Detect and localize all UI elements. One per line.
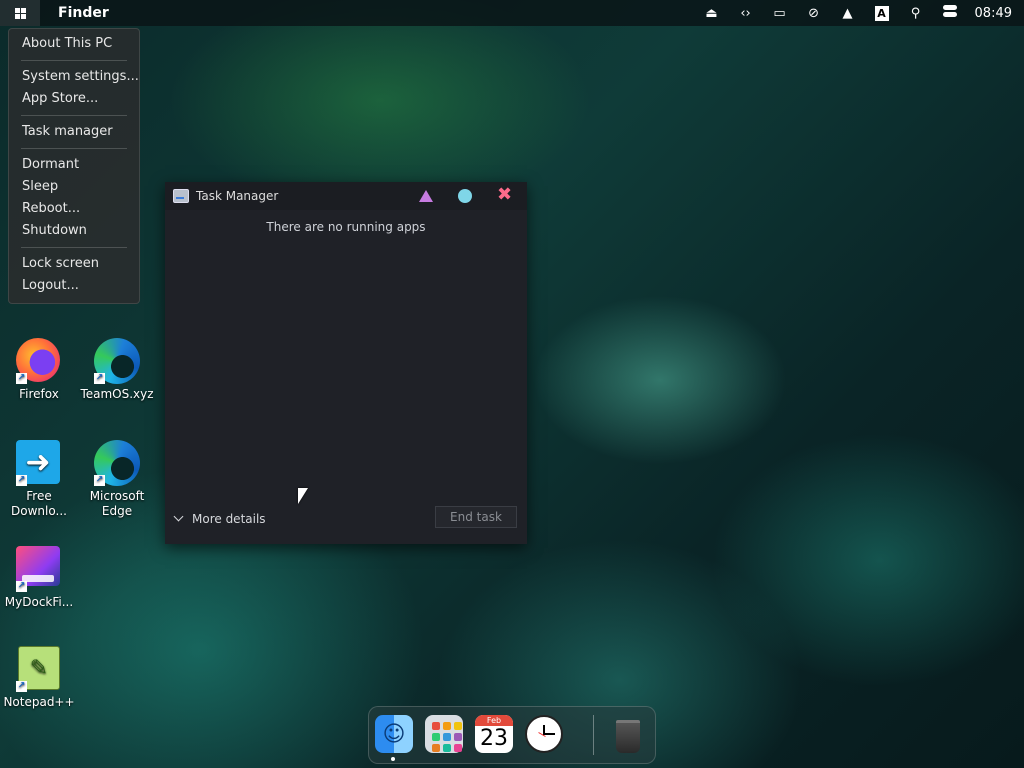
dock-launchpad[interactable] xyxy=(425,715,463,753)
shortcut-arrow-icon: ↗ xyxy=(16,681,27,692)
control-center-icon[interactable] xyxy=(933,4,967,22)
launchpad-tile xyxy=(443,722,451,730)
launchpad-tile xyxy=(432,733,440,741)
launchpad-tile xyxy=(454,744,462,752)
menu-separator xyxy=(21,247,127,248)
top-menu-bar: Finder ⏏ ‹› ▭ ⊘ ▲ A ⚲ 08:49 xyxy=(0,0,1024,26)
desktop-icon-label: Notepad++ xyxy=(3,695,75,709)
desktop-icon-teamos[interactable]: ↗ TeamOS.xyz xyxy=(78,338,156,402)
menu-item-dormant[interactable]: Dormant xyxy=(9,154,139,176)
chevron-down-icon xyxy=(173,511,184,522)
window-titlebar[interactable]: Task Manager ✖ xyxy=(165,182,527,210)
task-manager-icon xyxy=(173,189,189,203)
menu-item-logout[interactable]: Logout... xyxy=(9,275,139,297)
menu-item-reboot[interactable]: Reboot... xyxy=(9,198,139,220)
end-task-button[interactable]: End task xyxy=(435,506,517,528)
mydockfinder-icon xyxy=(16,546,60,586)
desktop-icon-label: Free Downlo... xyxy=(11,489,67,518)
desktop-icon-microsoft-edge[interactable]: ↗ Microsoft Edge xyxy=(78,440,156,519)
empty-state-message: There are no running apps xyxy=(266,220,426,234)
dock-clock[interactable] xyxy=(525,715,563,753)
shortcut-arrow-icon: ↗ xyxy=(94,475,105,486)
minimize-button[interactable] xyxy=(419,190,433,202)
task-manager-window: Task Manager ✖ There are no running apps… xyxy=(165,182,527,544)
launchpad-tile xyxy=(443,733,451,741)
network-off-icon[interactable]: ⊘ xyxy=(797,6,831,21)
window-title: Task Manager xyxy=(196,189,279,203)
menu-item-about[interactable]: About This PC xyxy=(9,33,139,55)
running-indicator xyxy=(391,757,395,761)
calendar-month: Feb xyxy=(475,715,513,726)
menu-item-shutdown[interactable]: Shutdown xyxy=(9,220,139,242)
calendar-day: 23 xyxy=(480,726,508,751)
desktop-icon-firefox[interactable]: ↗ Firefox xyxy=(0,338,78,402)
finder-icon: ☺ xyxy=(382,721,406,747)
launchpad-tile xyxy=(432,722,440,730)
windows-logo-icon xyxy=(14,7,26,19)
menu-item-system-settings[interactable]: System settings... xyxy=(9,66,139,88)
keyboard-indicator: A xyxy=(874,5,889,21)
start-menu: About This PC System settings... App Sto… xyxy=(8,28,140,304)
menu-separator xyxy=(21,60,127,61)
dock-separator xyxy=(593,715,594,755)
more-details-toggle[interactable]: More details xyxy=(173,511,266,526)
clock[interactable]: 08:49 xyxy=(975,6,1012,21)
shortcut-arrow-icon: ↗ xyxy=(16,475,27,486)
start-button[interactable] xyxy=(0,0,40,26)
maximize-button[interactable] xyxy=(458,189,472,203)
desktop-icon-label: Firefox xyxy=(19,387,59,401)
shortcut-arrow-icon: ↗ xyxy=(16,581,27,592)
launchpad-tile xyxy=(454,722,462,730)
dock: ☺ Feb 23 xyxy=(368,706,656,764)
menu-item-task-manager[interactable]: Task manager xyxy=(9,121,139,143)
menu-item-sleep[interactable]: Sleep xyxy=(9,176,139,198)
desktop-icon-free-download[interactable]: ➜ ↗ Free Downlo... xyxy=(0,440,78,519)
monitor-icon[interactable]: ▭ xyxy=(763,6,797,21)
eject-icon[interactable]: ⏏ xyxy=(695,6,729,21)
search-icon[interactable]: ⚲ xyxy=(899,6,933,21)
close-button[interactable]: ✖ xyxy=(497,185,512,205)
shortcut-arrow-icon: ↗ xyxy=(94,373,105,384)
launchpad-tile xyxy=(432,744,440,752)
dock-finder[interactable]: ☺ xyxy=(375,715,413,753)
code-icon[interactable]: ‹› xyxy=(729,6,763,21)
desktop-icon-notepadpp[interactable]: ✎ ↗ Notepad++ xyxy=(0,644,78,710)
system-tray: ⏏ ‹› ▭ ⊘ ▲ A ⚲ 08:49 xyxy=(695,0,1012,26)
desktop-icon-mydockfinder[interactable]: ↗ MyDockFi... xyxy=(0,542,78,610)
dock-calendar[interactable]: Feb 23 xyxy=(475,715,513,753)
launchpad-tile xyxy=(443,744,451,752)
trash-icon xyxy=(616,720,640,753)
menu-item-lock-screen[interactable]: Lock screen xyxy=(9,253,139,275)
desktop-icon-label: MyDockFi... xyxy=(4,595,74,609)
desktop-icon-label: Microsoft Edge xyxy=(89,489,145,518)
keyboard-icon[interactable]: A xyxy=(865,5,899,21)
active-app-title[interactable]: Finder xyxy=(58,5,109,21)
menu-separator xyxy=(21,148,127,149)
more-details-label: More details xyxy=(192,512,266,526)
menu-separator xyxy=(21,115,127,116)
upload-icon[interactable]: ▲ xyxy=(831,6,865,21)
dock-trash[interactable] xyxy=(609,715,647,753)
desktop-icon-label: TeamOS.xyz xyxy=(80,387,154,401)
menu-item-app-store[interactable]: App Store... xyxy=(9,88,139,110)
launchpad-tile xyxy=(454,733,462,741)
mouse-pointer-icon xyxy=(298,488,308,504)
shortcut-arrow-icon: ↗ xyxy=(16,373,27,384)
